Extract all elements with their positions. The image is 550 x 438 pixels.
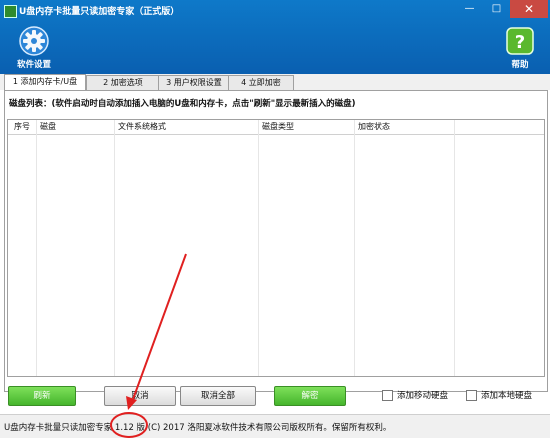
app-window: U盘内存卡批量只读加密专家（正式版） — □ ✕ 软件设置 ? 帮助 1 添加内… [0,0,550,438]
annotation-arrow [126,253,187,410]
